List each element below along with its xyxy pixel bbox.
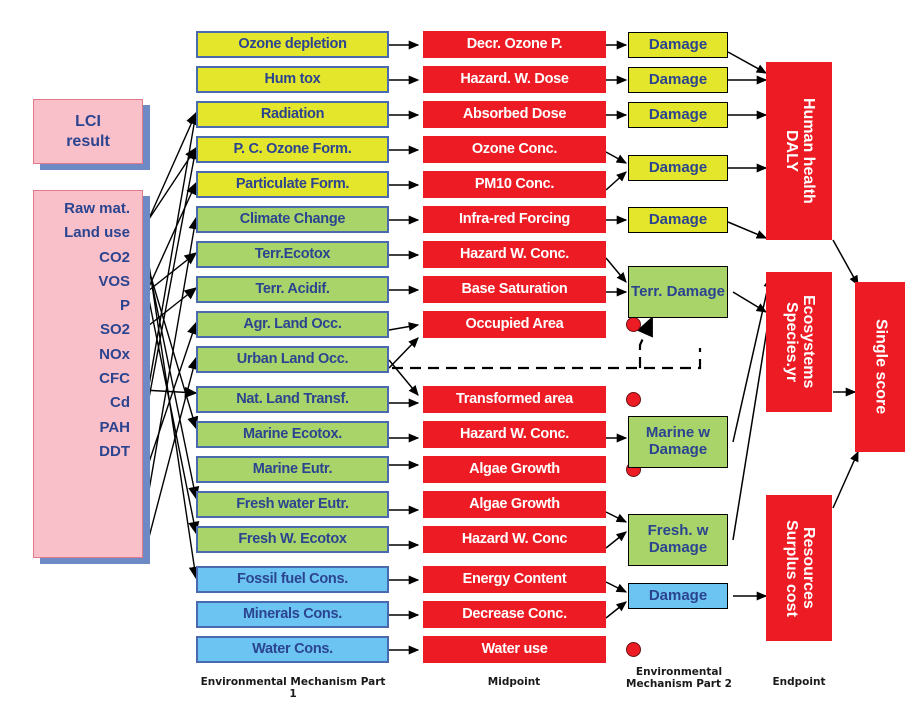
impact-category-box: Water Cons. xyxy=(196,636,389,663)
damage-box: Damage xyxy=(628,155,728,181)
impact-category-box: Climate Change xyxy=(196,206,389,233)
impact-category-box: Fossil fuel Cons. xyxy=(196,566,389,593)
damage-box: Damage xyxy=(628,102,728,128)
endpoint-human-health: Human health DALY xyxy=(766,62,832,240)
lci-substance: VOS xyxy=(98,272,130,290)
damage-box: Damage xyxy=(628,583,728,609)
damage-box: Fresh. w Damage xyxy=(628,514,728,566)
midpoint-box: Algae Growth xyxy=(423,456,606,483)
impact-category-box: Minerals Cons. xyxy=(196,601,389,628)
midpoint-box: Occupied Area xyxy=(423,311,606,338)
impact-category-box: Urban Land Occ. xyxy=(196,346,389,373)
midpoint-box: Hazard W. Conc xyxy=(423,526,606,553)
endpoint-resources: Resources Surplus cost xyxy=(766,495,832,641)
impact-category-box: Fresh W. Ecotox xyxy=(196,526,389,553)
midpoint-box: Decrease Conc. xyxy=(423,601,606,628)
midpoint-box: Energy Content xyxy=(423,566,606,593)
lci-substance: SO2 xyxy=(99,321,130,339)
midpoint-box: Algae Growth xyxy=(423,491,606,518)
midpoint-box: Water use xyxy=(423,636,606,663)
lci-substances-box: Raw mat. Land use CO2 VOS P SO2 NOx CFC Cd PAH DDT xyxy=(33,190,143,558)
caption-midpoint: Midpoint xyxy=(487,676,541,688)
impact-category-box: Particulate Form. xyxy=(196,171,389,198)
lci-substance: Raw mat. xyxy=(64,200,130,217)
damage-box: Damage xyxy=(628,32,728,58)
endpoint-ecosystems: Ecosystems Species.yr xyxy=(766,272,832,412)
midpoint-box: Infra-red Forcing xyxy=(423,206,606,233)
midpoint-box: Transformed area xyxy=(423,386,606,413)
damage-box: Damage xyxy=(628,207,728,233)
midpoint-box: PM10 Conc. xyxy=(423,171,606,198)
midpoint-box: Hazard. W. Dose xyxy=(423,66,606,93)
impact-category-box: Radiation xyxy=(196,101,389,128)
lci-result-box: LCI result xyxy=(33,99,143,164)
lci-substance: NOx xyxy=(99,345,130,363)
damage-box: Damage xyxy=(628,67,728,93)
midpoint-terminator-dot xyxy=(626,642,641,657)
lci-substance: Land use xyxy=(64,224,130,242)
midpoint-box: Base Saturation xyxy=(423,276,606,303)
caption-mechanism-part-2: Environmental Mechanism Part 2 xyxy=(620,666,738,690)
midpoint-box: Hazard W. Conc. xyxy=(423,421,606,448)
midpoint-terminator-dot xyxy=(626,317,641,332)
impact-category-box: Ozone depletion xyxy=(196,31,389,58)
impact-category-box: Hum tox xyxy=(196,66,389,93)
midpoint-box: Hazard W. Conc. xyxy=(423,241,606,268)
impact-category-box: Terr. Acidif. xyxy=(196,276,389,303)
lci-substance: CO2 xyxy=(99,248,130,266)
caption-part2-line1: Environmental xyxy=(635,666,723,678)
lci-substance: Cd xyxy=(110,394,130,412)
single-score-box: Single score xyxy=(855,282,905,452)
impact-category-box: P. C. Ozone Form. xyxy=(196,136,389,163)
caption-endpoint: Endpoint xyxy=(772,676,826,688)
lci-substance: P xyxy=(119,297,130,315)
impact-category-box: Marine Eutr. xyxy=(196,456,389,483)
midpoint-box: Ozone Conc. xyxy=(423,136,606,163)
diagram-canvas: LCI result Raw mat. Land use CO2 VOS P SO2 NOx… xyxy=(0,0,915,712)
impact-category-box: Fresh water Eutr. xyxy=(196,491,389,518)
damage-box: Terr. Damage xyxy=(628,266,728,318)
impact-category-box: Marine Ecotox. xyxy=(196,421,389,448)
caption-part2-line2: Mechanism Part 2 xyxy=(626,678,732,691)
impact-category-box: Nat. Land Transf. xyxy=(196,386,389,413)
lci-substance: CFC xyxy=(99,370,130,388)
lci-substance: DDT xyxy=(99,442,130,460)
midpoint-box: Absorbed Dose xyxy=(423,101,606,128)
impact-category-box: Terr.Ecotox xyxy=(196,241,389,268)
lci-result-line2: result xyxy=(66,132,110,150)
midpoint-terminator-dot xyxy=(626,392,641,407)
midpoint-box: Decr. Ozone P. xyxy=(423,31,606,58)
impact-category-box: Agr. Land Occ. xyxy=(196,311,389,338)
lci-substance: PAH xyxy=(99,418,130,436)
lci-result-line1: LCI xyxy=(75,113,101,131)
damage-box: Marine w Damage xyxy=(628,416,728,468)
caption-mechanism-part-1: Environmental Mechanism Part 1 xyxy=(200,676,386,701)
